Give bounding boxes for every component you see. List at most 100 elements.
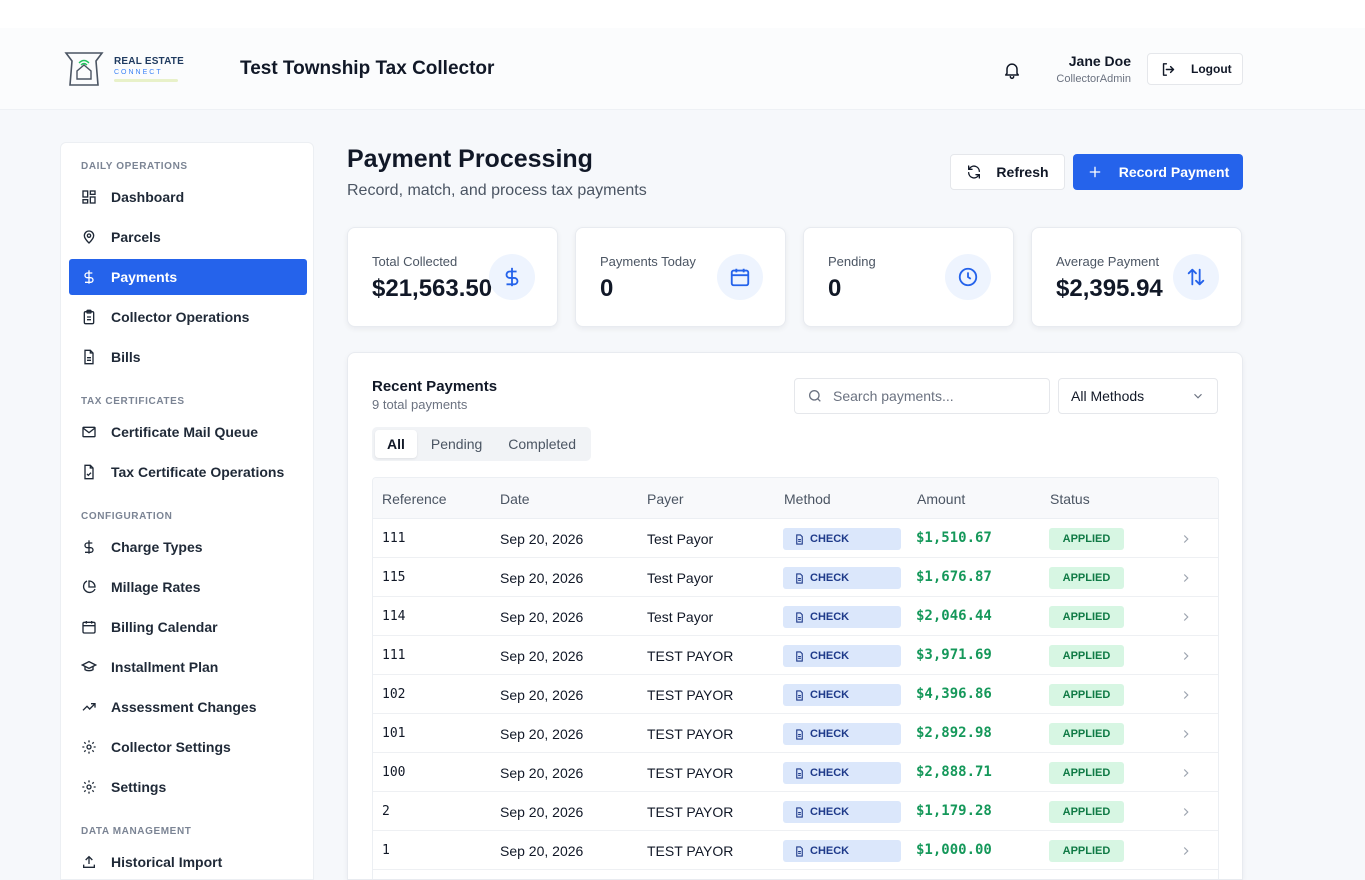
refresh-icon [968,165,981,179]
arrows-up-down-icon [1173,254,1219,300]
sidebar-item-charge-types[interactable]: Charge Types [69,529,307,565]
reference-cell: 115 [382,570,406,585]
table-row[interactable]: 114 Sep 20, 2026 Test Payor CHECK $2,046… [373,597,1218,636]
chevron-right-icon[interactable] [1179,766,1193,780]
sidebar-item-label: Payments [111,269,178,285]
sidebar-item-collector-operations[interactable]: Collector Operations [69,299,307,335]
logo-line1: REAL ESTATE [114,55,184,67]
sidebar-item-installment-plan[interactable]: Installment Plan [69,649,307,685]
stat-card-pending: Pending 0 [803,227,1014,327]
column-header-date[interactable]: Date [500,491,530,507]
sidebar-item-certificate-mail-queue[interactable]: Certificate Mail Queue [69,414,307,450]
keystone-house-icon [64,52,104,86]
record-payment-button[interactable]: Record Payment [1073,154,1243,190]
user-info[interactable]: Jane Doe CollectorAdmin [1056,53,1131,85]
gear-icon [81,739,97,755]
logout-icon [1162,62,1175,76]
amount-cell: $1,676.87 [916,569,992,585]
sidebar-item-parcels[interactable]: Parcels [69,219,307,255]
table-row[interactable]: 111 Sep 20, 2026 Test Payor CHECK $1,510… [373,519,1218,558]
method-badge: CHECK [783,528,901,550]
table-row[interactable]: 115 Sep 20, 2026 Test Payor CHECK $1,676… [373,558,1218,597]
table-row[interactable]: 102 Sep 20, 2026 TEST PAYOR CHECK $4,396… [373,675,1218,714]
document-icon [796,650,803,662]
chevron-right-icon[interactable] [1179,532,1193,546]
refresh-button[interactable]: Refresh [950,154,1065,190]
column-header-reference[interactable]: Reference [382,491,447,507]
method-badge: CHECK [783,606,901,628]
chevron-right-icon[interactable] [1179,727,1193,741]
stat-label: Payments Today [600,254,696,269]
table-row[interactable]: 2 Sep 20, 2026 TEST PAYOR CHECK $1,179.2… [373,792,1218,831]
sidebar-item-label: Millage Rates [111,579,201,595]
section-data-management: DATA MANAGEMENT [81,826,192,837]
stat-label: Pending [828,254,876,269]
logo[interactable]: REAL ESTATE CONNECT [62,48,192,90]
method-label: CHECK [810,572,850,584]
column-header-payer[interactable]: Payer [647,491,684,507]
chevron-right-icon[interactable] [1179,571,1193,585]
amount-cell: $1,179.28 [916,803,992,819]
payer-cell: TEST PAYOR [647,687,734,703]
status-badge: APPLIED [1049,606,1124,628]
payer-cell: Test Payor [647,531,714,547]
bell-icon[interactable] [1002,60,1022,80]
payer-cell: Test Payor [647,609,714,625]
sidebar-item-tax-certificate-operations[interactable]: Tax Certificate Operations [69,454,307,490]
document-icon [796,533,803,545]
chevron-right-icon[interactable] [1179,805,1193,819]
stat-value: $2,395.94 [1056,275,1163,302]
status-badge: APPLIED [1049,684,1124,706]
chevron-right-icon[interactable] [1179,649,1193,663]
method-badge: CHECK [783,801,901,823]
dollar-icon [81,269,97,285]
search-box[interactable] [794,378,1050,414]
reference-cell: 111 [382,648,406,663]
date-cell: Sep 20, 2026 [500,570,584,586]
method-label: CHECK [810,533,850,545]
search-input[interactable] [833,388,1033,404]
table-row[interactable]: 100 Sep 20, 2026 TEST PAYOR CHECK $2,888… [373,753,1218,792]
column-header-status[interactable]: Status [1050,491,1090,507]
sidebar-item-label: Parcels [111,229,161,245]
logo-underline [114,78,178,82]
sidebar-item-historical-import[interactable]: Historical Import [69,844,307,879]
sidebar-item-label: Collector Operations [111,309,250,325]
gear-icon [81,779,97,795]
amount-cell: $1,510.67 [916,530,992,546]
reference-cell: 1 [382,843,390,858]
column-header-method[interactable]: Method [784,491,831,507]
sidebar-item-dashboard[interactable]: Dashboard [69,179,307,215]
chevron-right-icon[interactable] [1179,688,1193,702]
payer-cell: TEST PAYOR [647,804,734,820]
sidebar-item-payments[interactable]: Payments [69,259,307,295]
tab-all[interactable]: All [375,430,417,458]
table-row[interactable]: 1 Sep 20, 2026 TEST PAYOR CHECK $1,000.0… [373,831,1218,870]
table-row[interactable]: 101 Sep 20, 2026 TEST PAYOR CHECK $2,892… [373,714,1218,753]
user-name: Jane Doe [1068,53,1131,69]
chevron-right-icon[interactable] [1179,610,1193,624]
stat-label: Average Payment [1056,254,1160,269]
sidebar-item-settings[interactable]: Settings [69,769,307,805]
stat-card-payments-today: Payments Today 0 [575,227,786,327]
column-header-amount[interactable]: Amount [917,491,965,507]
amount-cell: $2,888.71 [916,764,992,780]
map-pin-icon [81,229,97,245]
table-row[interactable]: 111 Sep 20, 2026 TEST PAYOR CHECK $3,971… [373,636,1218,675]
document-icon [796,572,803,584]
sidebar-item-millage-rates[interactable]: Millage Rates [69,569,307,605]
tab-pending[interactable]: Pending [419,430,494,458]
sidebar-item-billing-calendar[interactable]: Billing Calendar [69,609,307,645]
sidebar-item-collector-settings[interactable]: Collector Settings [69,729,307,765]
payer-cell: TEST PAYOR [647,726,734,742]
method-badge: CHECK [783,762,901,784]
section-configuration: CONFIGURATION [81,511,173,522]
sidebar-item-bills[interactable]: Bills [69,339,307,375]
amount-cell: $2,892.98 [916,725,992,741]
method-filter-select[interactable]: All Methods [1058,378,1218,414]
chevron-right-icon[interactable] [1179,844,1193,858]
tab-completed[interactable]: Completed [496,430,588,458]
top-strip [0,0,1365,28]
sidebar-item-assessment-changes[interactable]: Assessment Changes [69,689,307,725]
logout-button[interactable]: Logout [1147,53,1243,85]
